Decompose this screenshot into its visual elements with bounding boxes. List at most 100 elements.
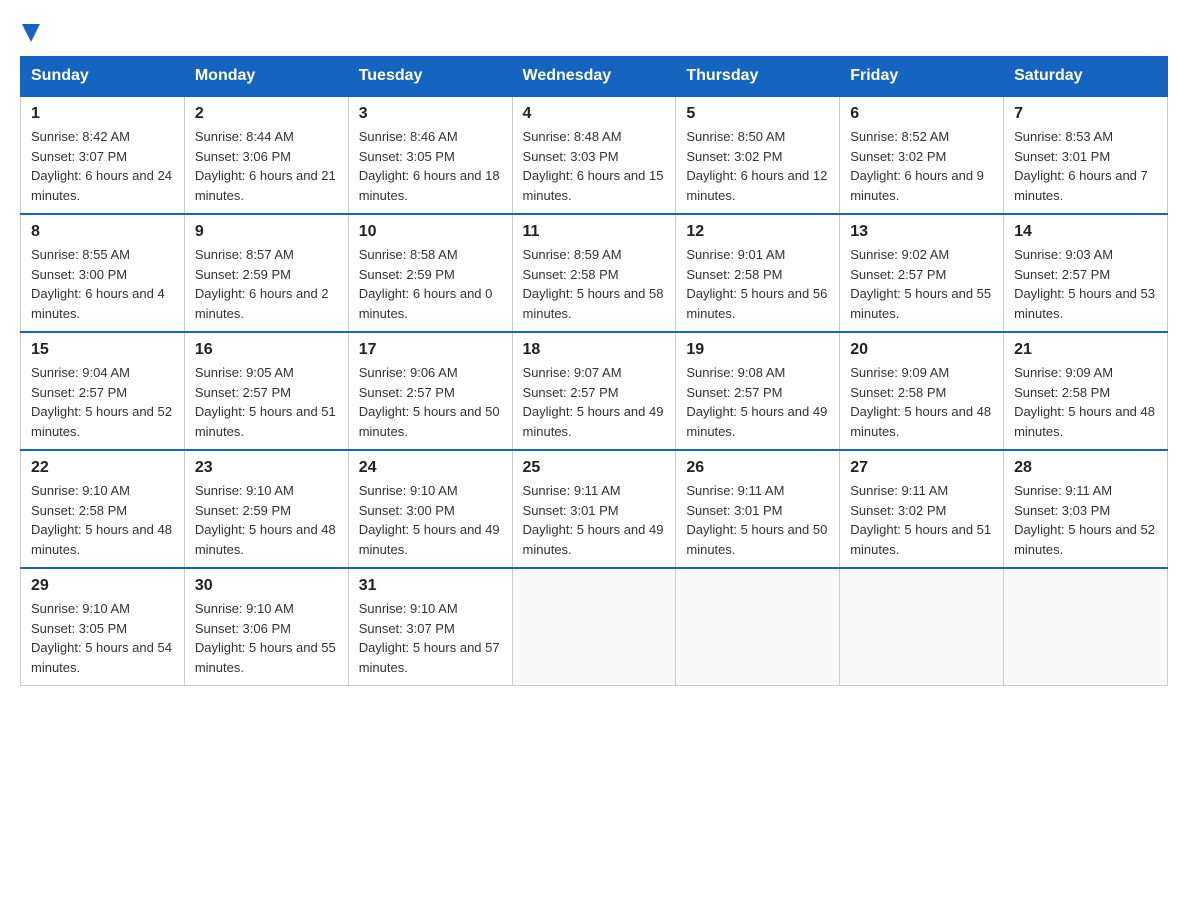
day-number: 1 [31,105,174,123]
day-info: Sunrise: 8:53 AM Sunset: 3:01 PM Dayligh… [1014,127,1157,205]
calendar-week-row: 15 Sunrise: 9:04 AM Sunset: 2:57 PM Dayl… [21,332,1168,450]
day-info: Sunrise: 8:55 AM Sunset: 3:00 PM Dayligh… [31,245,174,323]
column-header-thursday: Thursday [676,57,840,97]
calendar-week-row: 1 Sunrise: 8:42 AM Sunset: 3:07 PM Dayli… [21,96,1168,214]
calendar-cell: 15 Sunrise: 9:04 AM Sunset: 2:57 PM Dayl… [21,332,185,450]
day-number: 20 [850,341,993,359]
calendar-cell: 7 Sunrise: 8:53 AM Sunset: 3:01 PM Dayli… [1004,96,1168,214]
day-number: 27 [850,459,993,477]
calendar-cell: 18 Sunrise: 9:07 AM Sunset: 2:57 PM Dayl… [512,332,676,450]
calendar-cell: 30 Sunrise: 9:10 AM Sunset: 3:06 PM Dayl… [184,568,348,686]
calendar-cell: 26 Sunrise: 9:11 AM Sunset: 3:01 PM Dayl… [676,450,840,568]
day-number: 14 [1014,223,1157,241]
calendar-cell: 28 Sunrise: 9:11 AM Sunset: 3:03 PM Dayl… [1004,450,1168,568]
day-number: 16 [195,341,338,359]
day-number: 2 [195,105,338,123]
column-header-friday: Friday [840,57,1004,97]
column-header-sunday: Sunday [21,57,185,97]
day-info: Sunrise: 8:52 AM Sunset: 3:02 PM Dayligh… [850,127,993,205]
day-info: Sunrise: 8:48 AM Sunset: 3:03 PM Dayligh… [523,127,666,205]
calendar-table: SundayMondayTuesdayWednesdayThursdayFrid… [20,56,1168,686]
day-info: Sunrise: 9:11 AM Sunset: 3:01 PM Dayligh… [523,481,666,559]
logo [20,20,50,46]
calendar-cell: 23 Sunrise: 9:10 AM Sunset: 2:59 PM Dayl… [184,450,348,568]
day-number: 3 [359,105,502,123]
day-number: 13 [850,223,993,241]
day-info: Sunrise: 9:03 AM Sunset: 2:57 PM Dayligh… [1014,245,1157,323]
column-header-monday: Monday [184,57,348,97]
day-info: Sunrise: 9:04 AM Sunset: 2:57 PM Dayligh… [31,363,174,441]
page-header [20,20,1168,46]
day-number: 6 [850,105,993,123]
day-number: 5 [686,105,829,123]
day-number: 8 [31,223,174,241]
day-info: Sunrise: 9:09 AM Sunset: 2:58 PM Dayligh… [850,363,993,441]
calendar-week-row: 29 Sunrise: 9:10 AM Sunset: 3:05 PM Dayl… [21,568,1168,686]
day-info: Sunrise: 9:10 AM Sunset: 3:07 PM Dayligh… [359,599,502,677]
day-info: Sunrise: 8:42 AM Sunset: 3:07 PM Dayligh… [31,127,174,205]
calendar-cell: 12 Sunrise: 9:01 AM Sunset: 2:58 PM Dayl… [676,214,840,332]
day-info: Sunrise: 9:06 AM Sunset: 2:57 PM Dayligh… [359,363,502,441]
calendar-cell: 3 Sunrise: 8:46 AM Sunset: 3:05 PM Dayli… [348,96,512,214]
day-info: Sunrise: 9:02 AM Sunset: 2:57 PM Dayligh… [850,245,993,323]
day-number: 23 [195,459,338,477]
logo-triangle-icon [22,18,50,46]
column-header-tuesday: Tuesday [348,57,512,97]
calendar-week-row: 22 Sunrise: 9:10 AM Sunset: 2:58 PM Dayl… [21,450,1168,568]
calendar-cell: 17 Sunrise: 9:06 AM Sunset: 2:57 PM Dayl… [348,332,512,450]
day-info: Sunrise: 8:59 AM Sunset: 2:58 PM Dayligh… [523,245,666,323]
calendar-cell: 31 Sunrise: 9:10 AM Sunset: 3:07 PM Dayl… [348,568,512,686]
day-info: Sunrise: 8:46 AM Sunset: 3:05 PM Dayligh… [359,127,502,205]
day-number: 29 [31,577,174,595]
calendar-cell: 16 Sunrise: 9:05 AM Sunset: 2:57 PM Dayl… [184,332,348,450]
calendar-header-row: SundayMondayTuesdayWednesdayThursdayFrid… [21,57,1168,97]
calendar-cell: 29 Sunrise: 9:10 AM Sunset: 3:05 PM Dayl… [21,568,185,686]
calendar-cell: 24 Sunrise: 9:10 AM Sunset: 3:00 PM Dayl… [348,450,512,568]
calendar-cell: 25 Sunrise: 9:11 AM Sunset: 3:01 PM Dayl… [512,450,676,568]
column-header-wednesday: Wednesday [512,57,676,97]
calendar-cell: 10 Sunrise: 8:58 AM Sunset: 2:59 PM Dayl… [348,214,512,332]
day-info: Sunrise: 9:09 AM Sunset: 2:58 PM Dayligh… [1014,363,1157,441]
day-info: Sunrise: 9:11 AM Sunset: 3:02 PM Dayligh… [850,481,993,559]
day-number: 18 [523,341,666,359]
column-header-saturday: Saturday [1004,57,1168,97]
calendar-cell: 13 Sunrise: 9:02 AM Sunset: 2:57 PM Dayl… [840,214,1004,332]
day-info: Sunrise: 9:10 AM Sunset: 2:58 PM Dayligh… [31,481,174,559]
calendar-cell: 11 Sunrise: 8:59 AM Sunset: 2:58 PM Dayl… [512,214,676,332]
day-info: Sunrise: 8:50 AM Sunset: 3:02 PM Dayligh… [686,127,829,205]
calendar-cell: 22 Sunrise: 9:10 AM Sunset: 2:58 PM Dayl… [21,450,185,568]
day-number: 15 [31,341,174,359]
day-info: Sunrise: 9:10 AM Sunset: 3:06 PM Dayligh… [195,599,338,677]
calendar-cell: 14 Sunrise: 9:03 AM Sunset: 2:57 PM Dayl… [1004,214,1168,332]
day-number: 26 [686,459,829,477]
calendar-cell: 27 Sunrise: 9:11 AM Sunset: 3:02 PM Dayl… [840,450,1004,568]
day-number: 11 [523,223,666,241]
day-info: Sunrise: 8:57 AM Sunset: 2:59 PM Dayligh… [195,245,338,323]
day-number: 4 [523,105,666,123]
calendar-cell: 19 Sunrise: 9:08 AM Sunset: 2:57 PM Dayl… [676,332,840,450]
calendar-cell: 8 Sunrise: 8:55 AM Sunset: 3:00 PM Dayli… [21,214,185,332]
day-number: 17 [359,341,502,359]
day-number: 28 [1014,459,1157,477]
day-number: 9 [195,223,338,241]
calendar-cell: 4 Sunrise: 8:48 AM Sunset: 3:03 PM Dayli… [512,96,676,214]
calendar-cell: 2 Sunrise: 8:44 AM Sunset: 3:06 PM Dayli… [184,96,348,214]
calendar-cell [676,568,840,686]
day-info: Sunrise: 9:05 AM Sunset: 2:57 PM Dayligh… [195,363,338,441]
day-info: Sunrise: 9:10 AM Sunset: 2:59 PM Dayligh… [195,481,338,559]
calendar-cell: 20 Sunrise: 9:09 AM Sunset: 2:58 PM Dayl… [840,332,1004,450]
day-number: 30 [195,577,338,595]
day-info: Sunrise: 8:58 AM Sunset: 2:59 PM Dayligh… [359,245,502,323]
day-number: 24 [359,459,502,477]
day-info: Sunrise: 9:10 AM Sunset: 3:00 PM Dayligh… [359,481,502,559]
day-number: 19 [686,341,829,359]
day-info: Sunrise: 9:08 AM Sunset: 2:57 PM Dayligh… [686,363,829,441]
day-info: Sunrise: 9:01 AM Sunset: 2:58 PM Dayligh… [686,245,829,323]
calendar-week-row: 8 Sunrise: 8:55 AM Sunset: 3:00 PM Dayli… [21,214,1168,332]
day-info: Sunrise: 9:10 AM Sunset: 3:05 PM Dayligh… [31,599,174,677]
day-info: Sunrise: 9:11 AM Sunset: 3:01 PM Dayligh… [686,481,829,559]
day-number: 12 [686,223,829,241]
calendar-cell [840,568,1004,686]
day-number: 25 [523,459,666,477]
calendar-cell: 9 Sunrise: 8:57 AM Sunset: 2:59 PM Dayli… [184,214,348,332]
